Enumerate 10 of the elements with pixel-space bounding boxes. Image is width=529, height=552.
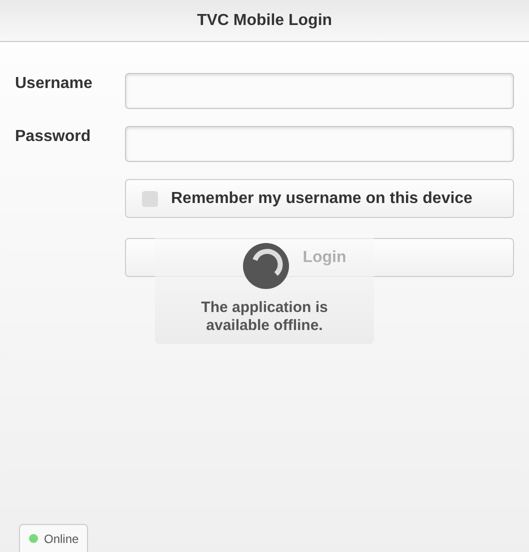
- remember-checkbox[interactable]: Remember my username on this device: [125, 179, 514, 218]
- checkbox[interactable]: [142, 190, 158, 206]
- status-message: The application is available offline.: [200, 299, 329, 335]
- page-title: TVC Mobile Login: [196, 12, 332, 30]
- input-field[interactable]: [125, 73, 514, 109]
- field-label: Username: [15, 74, 94, 94]
- spinner-icon: [242, 243, 288, 289]
- input-field[interactable]: [125, 126, 514, 162]
- status-label: Online: [44, 532, 79, 546]
- field-label: Password: [15, 127, 92, 147]
